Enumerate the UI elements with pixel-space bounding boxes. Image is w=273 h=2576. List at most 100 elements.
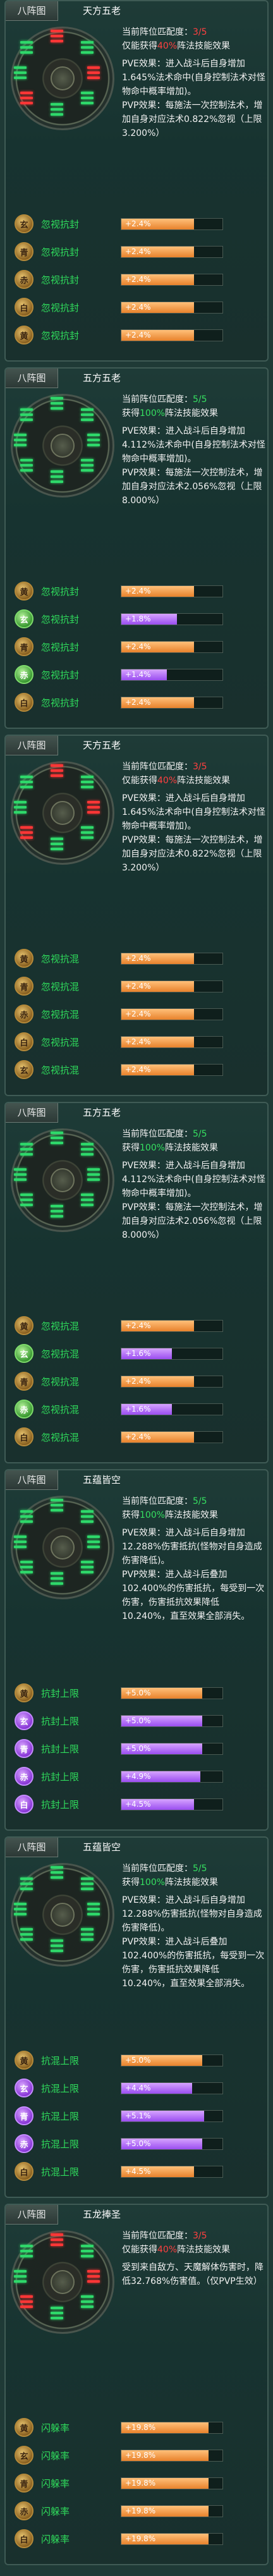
formation-name: 五方五老 <box>83 372 121 384</box>
attribute-row: 赤忽视抗封 +2.4% <box>15 266 262 293</box>
panel-tag-label: 八阵图 <box>6 1470 58 1490</box>
attribute-bar: +19.8% <box>121 2532 223 2545</box>
trigram-icon <box>20 1877 33 1890</box>
trigram-icon <box>81 92 94 104</box>
match-text: 仅能获得 <box>122 2245 157 2255</box>
attribute-bar: +5.0% <box>121 2137 223 2150</box>
formation-panel: 八阵图 五龙捧圣 当前阵位匹配度：3/5 仅能获得40%阵法技能效果 受到来自敌方、天魔… <box>4 2204 269 2565</box>
wheel-center-icon <box>51 801 75 825</box>
attribute-label: 忽视抗封 <box>41 274 80 286</box>
trigram-icon <box>51 397 63 410</box>
trigram-icon <box>20 826 33 839</box>
bagua-wheel-icon <box>11 1496 114 1599</box>
match-suffix: 阵法技能效果 <box>165 1877 219 1888</box>
panel-tag-label: 八阵图 <box>6 1103 58 1123</box>
effect-description: PVE效果：进入战斗后自身增加12.288%伤害抵抗(怪物对自身造成伤害降低)。… <box>122 1528 265 1621</box>
trigram-icon <box>51 470 63 483</box>
attribute-rows: 黄闪躲率 +19.8% 玄闪躲率 +19.8% 青闪躲率 +19.8% 赤闪躲率 +19.8%… <box>15 2414 262 2553</box>
attribute-label: 抗混上限 <box>41 2138 80 2150</box>
attribute-row: 玄抗封上限 +5.0% <box>15 1707 262 1735</box>
attribute-row: 赤抗混上限 +5.0% <box>15 2130 262 2158</box>
attribute-value: +2.4% <box>125 953 151 963</box>
attribute-bar: +2.4% <box>121 980 223 992</box>
attribute-value: +1.8% <box>125 614 151 623</box>
position-gem-icon: 白 <box>15 1427 33 1446</box>
position-gem-icon: 白 <box>15 2162 33 2181</box>
attribute-row: 青忽视抗封 +2.4% <box>15 633 262 661</box>
match-text: 当前阵位匹配度： <box>122 1864 193 1874</box>
attribute-row: 玄忽视抗混 +1.6% <box>15 1340 262 1367</box>
attribute-row: 白忽视抗混 +2.4% <box>15 1028 262 1056</box>
attribute-bar: +2.4% <box>121 640 223 653</box>
formation-name: 天方五老 <box>83 740 121 751</box>
attribute-bar: +5.0% <box>121 1714 223 1727</box>
match-suffix: 阵法技能效果 <box>177 2245 231 2255</box>
attribute-row: 青忽视抗混 +2.4% <box>15 1367 262 1395</box>
attribute-row: 黄忽视抗封 +2.4% <box>15 577 262 605</box>
trigram-icon <box>87 2270 100 2283</box>
formation-panel: 八阵图 五方五老 当前阵位匹配度：5/5 获得100%阵法技能效果 PVE效果：进入战斗… <box>4 1102 269 1463</box>
attribute-row: 黄忽视抗混 +2.4% <box>15 1312 262 1340</box>
attribute-bar: +2.4% <box>121 217 223 230</box>
trigram-icon <box>20 1143 33 1156</box>
match-value: 100% <box>140 408 166 418</box>
effect-description: PVE效果：进入战斗后自身增加4.112%法术命中(自身控制法术对怪物命中概率增… <box>122 1161 265 1240</box>
attribute-bar: +5.0% <box>121 2054 223 2066</box>
attribute-value: +2.4% <box>125 642 151 651</box>
attribute-row: 黄忽视抗混 +2.4% <box>15 944 262 972</box>
position-gem-icon: 黄 <box>15 2418 33 2437</box>
trigram-icon <box>81 1193 94 1206</box>
trigram-icon <box>51 2307 63 2319</box>
match-line: 仅能获得40%阵法技能效果 <box>122 774 266 788</box>
attribute-row: 白抗混上限 +4.5% <box>15 2158 262 2185</box>
attribute-value: +2.4% <box>125 302 151 312</box>
match-suffix: 阵法技能效果 <box>177 41 231 51</box>
match-value: 3/5 <box>193 762 207 772</box>
attribute-bar: +2.4% <box>121 245 223 258</box>
trigram-icon <box>81 1561 94 1573</box>
trigram-icon <box>51 1866 63 1879</box>
formation-panel: 八阵图 五蕴皆空 当前阵位匹配度：5/5 获得100%阵法技能效果 PVE效果：进入战斗… <box>4 1469 269 1831</box>
position-gem-icon: 白 <box>15 298 33 317</box>
attribute-label: 忽视抗封 <box>41 218 80 230</box>
attribute-bar: +2.4% <box>121 952 223 965</box>
attribute-bar: +2.4% <box>121 1035 223 1048</box>
match-value: 5/5 <box>193 1496 207 1506</box>
attribute-rows: 黄抗封上限 +5.0% 玄抗封上限 +5.0% 青抗封上限 +5.0% 赤抗封上限 +4.9%… <box>15 1679 262 1818</box>
attribute-bar: +2.4% <box>121 1319 223 1332</box>
attribute-value: +19.8% <box>125 2478 156 2487</box>
match-value: 100% <box>140 1510 166 1520</box>
attribute-label: 忽视抗混 <box>41 980 80 992</box>
attribute-bar: +2.4% <box>121 1008 223 1020</box>
trigram-icon <box>81 2245 94 2257</box>
position-gem-icon: 玄 <box>15 1060 33 1079</box>
attribute-value: +2.4% <box>125 1321 151 1330</box>
trigram-icon <box>81 408 94 421</box>
attribute-label: 抗混上限 <box>41 2082 80 2094</box>
attribute-label: 抗混上限 <box>41 2054 80 2066</box>
attribute-bar: +4.4% <box>121 2082 223 2094</box>
attribute-row: 玄抗混上限 +4.4% <box>15 2074 262 2102</box>
trigram-icon <box>51 2233 63 2246</box>
attribute-label: 忽视抗混 <box>41 1431 80 1443</box>
attribute-row: 黄闪躲率 +19.8% <box>15 2414 262 2441</box>
panel-tag-label: 八阵图 <box>6 736 58 755</box>
match-value: 40% <box>157 41 178 51</box>
match-line: 获得100%阵法技能效果 <box>122 406 266 420</box>
match-suffix: 阵法技能效果 <box>165 1143 219 1153</box>
effect-description: PVE效果：进入战斗后自身增加1.645%法术命中(自身控制法术对怪物命中概率增… <box>122 793 265 873</box>
attribute-row: 青抗混上限 +5.1% <box>15 2102 262 2130</box>
position-gem-icon: 青 <box>15 2106 33 2125</box>
formation-name: 天方五老 <box>83 5 121 16</box>
attribute-label: 忽视抗混 <box>41 1064 80 1076</box>
formation-effect-info: 当前阵位匹配度：5/5 获得100%阵法技能效果 PVE效果：进入战斗后自身增加4.… <box>122 1127 266 1242</box>
attribute-label: 抗封上限 <box>41 1687 80 1699</box>
trigram-icon <box>20 41 33 54</box>
attribute-value: +2.4% <box>125 1065 151 1074</box>
attribute-label: 忽视抗封 <box>41 641 80 653</box>
attribute-label: 抗封上限 <box>41 1715 80 1727</box>
match-line: 仅能获得40%阵法技能效果 <box>122 2243 266 2257</box>
bagua-wheel-icon <box>11 27 114 130</box>
match-value: 5/5 <box>193 394 207 405</box>
attribute-bar: +2.4% <box>121 329 223 341</box>
